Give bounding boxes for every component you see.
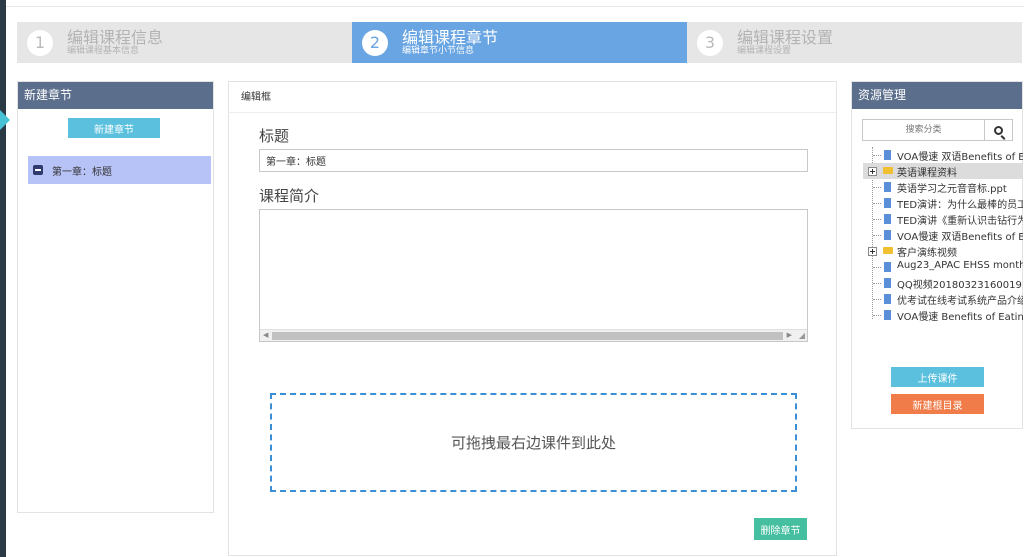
file-icon: [884, 230, 891, 240]
folder-icon: [883, 247, 893, 254]
file-icon: [884, 198, 891, 208]
search-icon: [994, 125, 1003, 135]
step-2-number: 2: [362, 29, 388, 56]
file-icon: [884, 278, 891, 288]
top-divider: [6, 6, 1024, 7]
file-icon: [884, 262, 891, 272]
file-icon: [884, 150, 891, 160]
tree-item-folder[interactable]: 英语课程资料: [863, 163, 1023, 179]
tree-branch-line: [873, 299, 881, 300]
new-root-button[interactable]: 新建根目录: [891, 394, 984, 414]
tree-item-label: VOA慢速 双语Benefits of Ea: [897, 152, 1023, 163]
resource-tree: VOA慢速 双语Benefits of Ea 英语课程资料 英语学习之元音音标.…: [863, 147, 1023, 327]
chapter-panel-header: 新建章节: [18, 82, 213, 109]
tree-item-label: TED演讲：为什么最棒的员工: [897, 200, 1023, 211]
delete-chapter-button[interactable]: 删除章节: [754, 518, 807, 540]
tree-item-file[interactable]: VOA慢速 双语Benefits of Ea: [863, 227, 1023, 243]
chapter-item[interactable]: 第一章：标题: [28, 156, 211, 184]
tree-item-label: TED演讲《重新认识击钻行为: [897, 216, 1023, 227]
tree-branch-line: [873, 155, 881, 156]
tree-branch-line: [873, 315, 881, 316]
step-3-number: 3: [697, 29, 723, 56]
tree-item-file[interactable]: 英语学习之元音音标.ppt: [863, 179, 1023, 195]
file-icon: [884, 214, 891, 224]
step-3-subtitle: 编辑课程设置: [737, 45, 792, 56]
tree-item-label: QQ视频20180323160019.n: [897, 280, 1023, 291]
step-2-title: 编辑课程章节: [402, 27, 499, 47]
expand-icon[interactable]: [868, 167, 877, 176]
minus-icon[interactable]: [33, 165, 43, 175]
tree-item-file[interactable]: VOA慢速 Benefits of Eating: [863, 307, 1023, 323]
tree-item-label: 英语学习之元音音标.ppt: [897, 184, 1007, 195]
file-icon: [884, 310, 891, 320]
drop-zone-text: 可拖拽最右边课件到此处: [450, 434, 616, 452]
tree-item-label: VOA慢速 Benefits of Eating: [897, 312, 1023, 323]
scroll-right-icon[interactable]: ▶: [787, 331, 792, 339]
drop-zone[interactable]: 可拖拽最右边课件到此处: [270, 393, 797, 492]
folder-icon: [883, 167, 893, 174]
search-input[interactable]: [863, 120, 985, 140]
left-edge-bar: [0, 0, 6, 557]
step-wizard: 1 编辑课程信息 编辑课程基本信息 2 编辑课程章节 编辑章节小节信息 3 编辑…: [17, 22, 1022, 63]
tree-item-file[interactable]: QQ视频20180323160019.n: [863, 275, 1023, 291]
step-1-subtitle: 编辑课程基本信息: [67, 45, 140, 56]
tree-item-label: 优考试在线考试系统产品介绍: [897, 296, 1023, 307]
tree-branch-line: [873, 267, 881, 268]
step-3-title: 编辑课程设置: [737, 27, 834, 47]
step-3[interactable]: 3 编辑课程设置 编辑课程设置: [687, 22, 1022, 63]
tree-branch-line: [873, 187, 881, 188]
step-1[interactable]: 1 编辑课程信息 编辑课程基本信息: [17, 22, 352, 63]
upload-button[interactable]: 上传课件: [891, 367, 984, 387]
tree-item-label: 英语课程资料: [897, 168, 957, 179]
tree-item-file[interactable]: Aug23_APAC EHSS monthl: [863, 259, 1023, 275]
tree-branch-line: [873, 203, 881, 204]
tree-item-file[interactable]: 优考试在线考试系统产品介绍: [863, 291, 1023, 307]
editor-panel: 编辑框 标题 课程简介 ◀ ▶ ◢ 可拖拽最右边课件到此处 删除章节: [228, 81, 837, 556]
step-1-number: 1: [27, 29, 53, 56]
tree-item-file[interactable]: VOA慢速 双语Benefits of Ea: [863, 147, 1023, 163]
tree-item-label: VOA慢速 双语Benefits of Ea: [897, 232, 1023, 243]
title-input[interactable]: [259, 149, 808, 172]
title-label: 标题: [259, 127, 290, 145]
intro-label: 课程简介: [259, 187, 320, 205]
intro-textarea[interactable]: ◀ ▶ ◢: [259, 209, 808, 342]
file-icon: [884, 294, 891, 304]
editor-header: 编辑框: [229, 82, 836, 113]
resize-grip-icon[interactable]: ◢: [799, 331, 805, 340]
expand-icon[interactable]: [868, 247, 877, 256]
step-2-subtitle: 编辑章节小节信息: [402, 45, 475, 56]
tree-item-label: Aug23_APAC EHSS monthl: [897, 260, 1023, 271]
step-2-active[interactable]: 2 编辑课程章节 编辑章节小节信息: [352, 22, 687, 63]
tree-item-file[interactable]: TED演讲：为什么最棒的员工: [863, 195, 1023, 211]
chapter-item-label: 第一章：标题: [52, 166, 112, 178]
tree-item-label: 客户演练视频: [897, 248, 957, 259]
new-chapter-button[interactable]: 新建章节: [68, 118, 160, 138]
chapter-panel: 新建章节 新建章节 第一章：标题: [17, 81, 214, 513]
resource-panel-header: 资源管理: [852, 82, 1022, 109]
tree-branch-line: [873, 235, 881, 236]
tree-branch-line: [873, 283, 881, 284]
tree-branch-line: [873, 219, 881, 220]
collapse-tab-icon[interactable]: [0, 110, 10, 130]
tree-item-folder[interactable]: 客户演练视频: [863, 243, 1023, 259]
resource-panel: 资源管理 VOA慢速 双语Benefits of Ea 英语课程资料 英语学习之…: [851, 81, 1023, 429]
tree-item-file[interactable]: TED演讲《重新认识击钻行为: [863, 211, 1023, 227]
scrollbar-thumb[interactable]: [272, 332, 783, 340]
search-box: [862, 119, 1013, 141]
search-button[interactable]: [985, 120, 1012, 140]
file-icon: [884, 182, 891, 192]
scroll-left-icon[interactable]: ◀: [263, 331, 268, 339]
step-1-title: 编辑课程信息: [67, 27, 164, 47]
horizontal-scrollbar[interactable]: ◀ ▶ ◢: [260, 329, 807, 341]
